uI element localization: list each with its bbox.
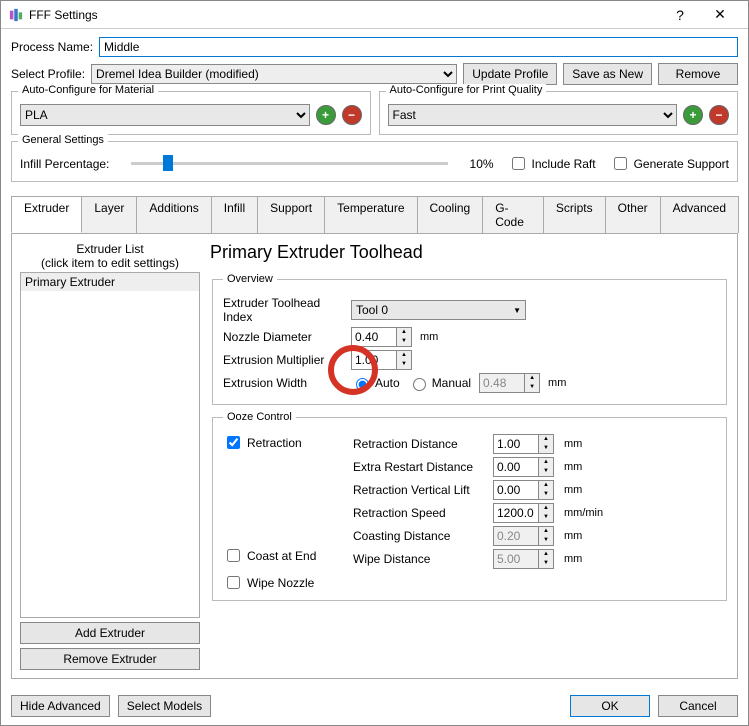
add-quality-button[interactable]: + [683,105,703,125]
tab-infill[interactable]: Infill [211,196,258,233]
retraction-distance-label: Retraction Distance [353,437,483,451]
help-button[interactable]: ? [660,7,700,23]
remove-profile-button[interactable]: Remove [658,63,738,85]
vertical-lift-spinner[interactable]: ▲▼ [493,480,554,500]
retraction-speed-spinner[interactable]: ▲▼ [493,503,554,523]
tab-gcode[interactable]: G-Code [482,196,544,233]
add-extruder-button[interactable]: Add Extruder [20,622,200,644]
extrusion-multiplier-label: Extrusion Multiplier [223,353,343,367]
window-title: FFF Settings [29,8,660,22]
infill-slider-thumb[interactable] [163,155,173,171]
general-settings-group: General Settings Infill Percentage: 10% … [11,141,738,182]
tab-other[interactable]: Other [605,196,661,233]
tab-support[interactable]: Support [257,196,325,233]
app-icon [9,8,23,22]
update-profile-button[interactable]: Update Profile [463,63,557,85]
nozzle-diameter-unit: mm [420,331,438,343]
extra-restart-spinner[interactable]: ▲▼ [493,457,554,477]
nozzle-diameter-spinner[interactable]: ▲▼ [351,327,412,347]
hide-advanced-button[interactable]: Hide Advanced [11,695,110,717]
select-profile-combo[interactable]: Dremel Idea Builder (modified) [91,64,457,84]
titlebar: FFF Settings ? ✕ [1,1,748,29]
tab-additions[interactable]: Additions [136,196,211,233]
include-raft-checkbox[interactable]: Include Raft [508,154,596,173]
ooze-control-group: Ooze Control Retraction Coast at End Wip… [212,411,727,601]
chevron-down-icon: ▼ [513,306,521,315]
list-item[interactable]: Primary Extruder [21,273,199,292]
infill-percentage-value: 10% [470,157,494,171]
extrusion-width-manual-radio[interactable]: Manual [408,375,471,391]
process-name-label: Process Name: [11,40,93,54]
extra-restart-label: Extra Restart Distance [353,460,483,474]
quality-combo[interactable]: Fast [388,104,678,126]
generate-support-checkbox[interactable]: Generate Support [610,154,729,173]
nozzle-diameter-label: Nozzle Diameter [223,330,343,344]
auto-configure-quality-group: Auto-Configure for Print Quality Fast + … [379,91,739,135]
extrusion-width-auto-radio[interactable]: Auto [351,375,400,391]
wipe-distance-spinner[interactable]: ▲▼ [493,549,554,569]
general-settings-title: General Settings [18,134,108,146]
remove-material-button[interactable]: − [342,105,362,125]
extruder-list-header: Extruder List (click item to edit settin… [20,242,200,270]
process-name-input[interactable] [99,37,738,57]
auto-material-title: Auto-Configure for Material [18,84,158,96]
coasting-distance-label: Coasting Distance [353,529,483,543]
remove-quality-button[interactable]: − [709,105,729,125]
infill-slider[interactable] [123,162,455,165]
coasting-distance-spinner[interactable]: ▲▼ [493,526,554,546]
footer: Hide Advanced Select Models OK Cancel [1,687,748,725]
toolhead-index-label: Extruder Toolhead Index [223,296,343,324]
ok-button[interactable]: OK [570,695,650,717]
extrusion-width-label: Extrusion Width [223,376,343,390]
select-models-button[interactable]: Select Models [118,695,211,717]
close-button[interactable]: ✕ [700,6,740,23]
auto-configure-material-group: Auto-Configure for Material PLA + − [11,91,371,135]
extrusion-width-manual-spinner[interactable]: ▲▼ [479,373,540,393]
infill-percentage-label: Infill Percentage: [20,157,109,171]
overview-group: Overview Extruder Toolhead Index Tool 0▼… [212,273,727,405]
wipe-checkbox[interactable]: Wipe Nozzle [223,573,333,592]
auto-quality-title: Auto-Configure for Print Quality [386,84,547,96]
cancel-button[interactable]: Cancel [658,695,738,717]
overview-legend: Overview [223,273,277,285]
extruder-list[interactable]: Primary Extruder [20,272,200,618]
add-material-button[interactable]: + [316,105,336,125]
tab-advanced[interactable]: Advanced [660,196,739,233]
extruder-panel: Primary Extruder Toolhead Overview Extru… [210,242,729,670]
vertical-lift-label: Retraction Vertical Lift [353,483,483,497]
ooze-legend: Ooze Control [223,411,296,423]
extruder-list-column: Extruder List (click item to edit settin… [20,242,200,670]
retraction-checkbox[interactable]: Retraction [223,433,333,452]
toolhead-index-combo[interactable]: Tool 0▼ [351,300,526,320]
tab-scripts[interactable]: Scripts [543,196,606,233]
remove-extruder-button[interactable]: Remove Extruder [20,648,200,670]
extrusion-width-unit: mm [548,377,566,389]
retraction-speed-label: Retraction Speed [353,506,483,520]
tab-cooling[interactable]: Cooling [417,196,484,233]
tab-layer[interactable]: Layer [81,196,137,233]
tab-temperature[interactable]: Temperature [324,196,417,233]
material-combo[interactable]: PLA [20,104,310,126]
coast-checkbox[interactable]: Coast at End [223,546,333,565]
retraction-distance-spinner[interactable]: ▲▼ [493,434,554,454]
settings-tabs: Extruder Layer Additions Infill Support … [11,196,738,679]
extruder-heading: Primary Extruder Toolhead [210,242,729,263]
select-profile-label: Select Profile: [11,67,85,81]
wipe-distance-label: Wipe Distance [353,552,483,566]
save-as-new-button[interactable]: Save as New [563,63,652,85]
tab-extruder[interactable]: Extruder [11,196,82,233]
extrusion-multiplier-spinner[interactable]: ▲▼ [351,350,412,370]
tabstrip: Extruder Layer Additions Infill Support … [11,196,738,234]
